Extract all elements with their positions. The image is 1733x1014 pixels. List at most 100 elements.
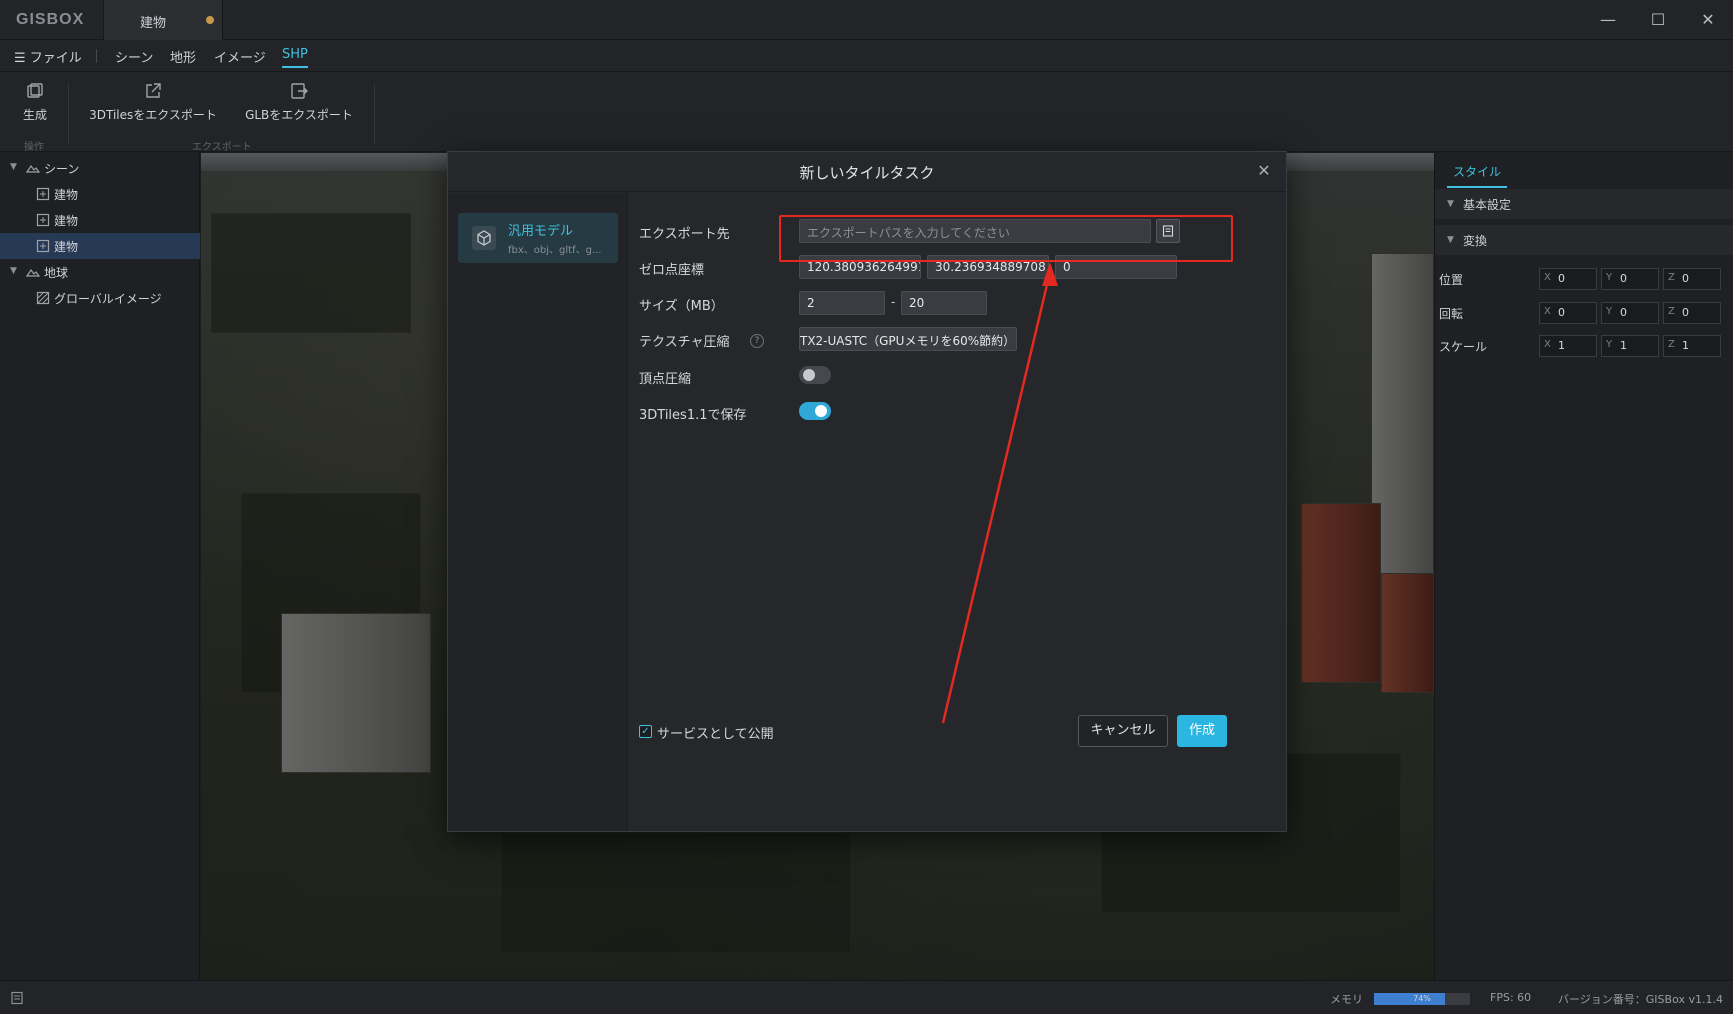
axis-label: X: [1544, 272, 1551, 283]
value: 1: [1620, 339, 1627, 352]
menu-bar: ☰ ファイル シーン 地形 イメージ SHP: [0, 40, 1733, 72]
vertex-compression-toggle[interactable]: [799, 366, 831, 384]
tree-node-earth[interactable]: ▼ 地球: [0, 259, 200, 285]
dialog-header: 新しいタイルタスク ✕: [448, 152, 1286, 192]
value: 0: [1558, 306, 1565, 319]
rotation-y-input[interactable]: Y0: [1601, 302, 1659, 324]
vertex-compression-label: 頂点圧縮: [639, 372, 692, 387]
property-panel: スタイル ▼ 基本設定 ▼ 変換 位置 X0 Y0 Z0 回転 X0 Y0 Z0…: [1434, 153, 1733, 980]
create-button[interactable]: 作成: [1177, 715, 1227, 747]
size-min-input[interactable]: 2: [799, 291, 885, 315]
fps-counter: FPS: 60: [1490, 991, 1532, 1004]
title-bar: GISBOX 建物 — ☐ ✕: [0, 0, 1733, 40]
section-transform[interactable]: ▼ 変換: [1435, 225, 1733, 255]
rotation-x-input[interactable]: X0: [1539, 302, 1597, 324]
axis-label: Z: [1668, 339, 1675, 350]
value: 1: [1558, 339, 1565, 352]
ribbon-divider: [374, 84, 375, 144]
publish-service-label: サービスとして公開: [657, 727, 774, 742]
close-window-button[interactable]: ✕: [1696, 8, 1720, 32]
publish-service-checkbox[interactable]: ✓: [639, 725, 652, 738]
rotation-label: 回転: [1439, 307, 1464, 321]
menu-file-label: ファイル: [29, 51, 82, 66]
menu-terrain[interactable]: 地形: [170, 47, 196, 66]
menu-imagery[interactable]: イメージ: [214, 47, 266, 66]
export-glb-button[interactable]: GLBをエクスポート: [244, 82, 354, 123]
position-label: 位置: [1439, 273, 1464, 287]
value: 0: [1682, 272, 1689, 285]
value: 0: [1682, 306, 1689, 319]
cancel-button[interactable]: キャンセル: [1078, 715, 1168, 747]
scale-x-input[interactable]: X1: [1539, 335, 1597, 357]
tree-item-label: 建物: [54, 240, 79, 254]
tree-scene-label: シーン: [44, 162, 80, 176]
texture-compression-select[interactable]: TX2-UASTC（GPUメモリを60%節約）: [799, 327, 1017, 351]
value: 1: [1682, 339, 1689, 352]
tree-item-building-1[interactable]: 建物: [0, 181, 200, 207]
tree-item-building-2[interactable]: 建物: [0, 207, 200, 233]
document-tab-label: 建物: [140, 16, 167, 31]
export-3dtiles-button[interactable]: 3DTilesをエクスポート: [88, 82, 218, 123]
generate-button[interactable]: 生成: [20, 82, 50, 123]
model-icon: [36, 187, 50, 201]
position-x-input[interactable]: X0: [1539, 268, 1597, 290]
version-label: バージョン番号：GISBox v1.1.4: [1558, 993, 1723, 1006]
axis-label: Y: [1606, 306, 1613, 317]
scale-z-input[interactable]: Z1: [1663, 335, 1721, 357]
axis-label: X: [1544, 306, 1551, 317]
scene-icon: [26, 164, 40, 173]
export-3dtiles-label: 3DTilesをエクスポート: [89, 108, 217, 122]
scale-y-input[interactable]: Y1: [1601, 335, 1659, 357]
document-tab[interactable]: 建物: [103, 0, 223, 40]
unsaved-indicator: [206, 16, 214, 24]
log-icon[interactable]: [10, 991, 24, 1005]
menu-divider: [96, 49, 97, 63]
tree-item-building-3[interactable]: 建物: [0, 233, 200, 259]
model-type-title: 汎用モデル: [508, 224, 574, 239]
dialog-title: 新しいタイルタスク: [799, 164, 935, 182]
close-icon[interactable]: ✕: [1254, 161, 1274, 181]
menu-file[interactable]: ☰ ファイル: [14, 47, 82, 66]
section-basic-label: 基本設定: [1463, 198, 1512, 212]
highlight-box: [779, 215, 1233, 262]
save-3dtiles11-toggle[interactable]: [799, 402, 831, 420]
rotation-z-input[interactable]: Z0: [1663, 302, 1721, 324]
section-basic-settings[interactable]: ▼ 基本設定: [1435, 189, 1733, 219]
menu-shp[interactable]: SHP: [282, 47, 308, 68]
position-y-input[interactable]: Y0: [1601, 268, 1659, 290]
axis-label: Z: [1668, 272, 1675, 283]
export-icon: [146, 83, 161, 98]
toggle-knob: [815, 405, 827, 417]
scale-label: スケール: [1439, 340, 1488, 354]
value: 0: [1620, 306, 1627, 319]
earth-icon: [26, 268, 40, 277]
tree-node-scene[interactable]: ▼ シーン: [0, 155, 200, 181]
tree-item-label: 建物: [54, 214, 79, 228]
expand-arrow-icon[interactable]: ▼: [10, 162, 17, 172]
toggle-knob: [803, 369, 815, 381]
tab-style[interactable]: スタイル: [1446, 163, 1508, 188]
maximize-button[interactable]: ☐: [1646, 8, 1670, 32]
model-type-generic[interactable]: 汎用モデル fbx、obj、gltf、g...: [458, 213, 618, 263]
minimize-button[interactable]: —: [1596, 8, 1620, 32]
dialog-form: エクスポート先 エクスポートパスを入力してください ゼロ点座標 120.3809…: [629, 193, 1286, 831]
value: 0: [1558, 272, 1565, 285]
position-z-input[interactable]: Z0: [1663, 268, 1721, 290]
export-file-icon: [291, 83, 308, 99]
size-max-input[interactable]: 20: [901, 291, 987, 315]
axis-label: Y: [1606, 339, 1613, 350]
help-icon[interactable]: ?: [750, 334, 764, 348]
expand-arrow-icon[interactable]: ▼: [10, 266, 17, 276]
save-3dtiles11-label: 3DTiles1.1で保存: [639, 408, 747, 423]
value: 0: [1620, 272, 1627, 285]
tree-item-global-imagery[interactable]: グローバルイメージ: [0, 285, 200, 311]
model-type-formats: fbx、obj、gltf、g...: [508, 245, 602, 256]
collapse-arrow-icon: ▼: [1447, 235, 1454, 245]
collapse-arrow-icon: ▼: [1447, 199, 1454, 209]
imagery-icon: [36, 291, 50, 305]
export-glb-label: GLBをエクスポート: [245, 108, 353, 122]
group-operate-label: 操作: [24, 142, 44, 153]
tree-item-label: 建物: [54, 188, 79, 202]
menu-scene[interactable]: シーン: [115, 47, 153, 66]
scene-tree-panel: ▼ シーン 建物 建物 建物 ▼ 地球 グローバルイメージ: [0, 153, 200, 980]
